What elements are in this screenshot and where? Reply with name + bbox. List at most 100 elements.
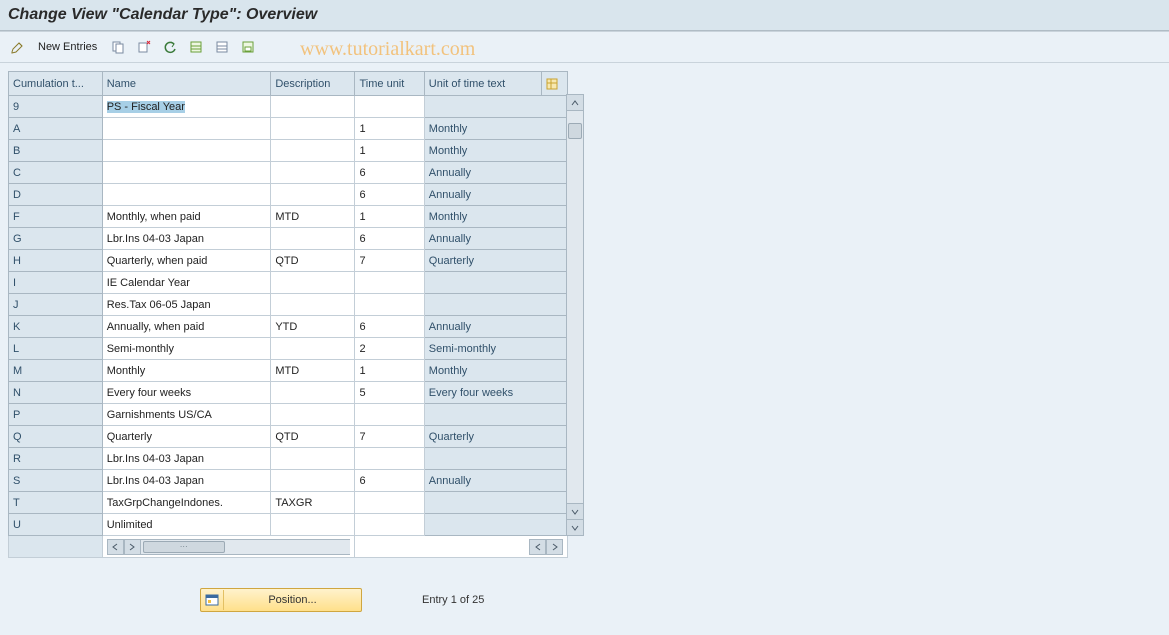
table-row[interactable]: IIE Calendar Year: [9, 272, 568, 294]
table-row[interactable]: B1Monthly: [9, 140, 568, 162]
vscroll-down-arrow-icon[interactable]: [567, 503, 583, 519]
cell-time-unit[interactable]: 2: [355, 338, 424, 360]
table-row[interactable]: C6Annually: [9, 162, 568, 184]
cell-description[interactable]: QTD: [271, 426, 355, 448]
cell-name[interactable]: Monthly: [102, 360, 271, 382]
table-row[interactable]: JRes.Tax 06-05 Japan: [9, 294, 568, 316]
table-row[interactable]: A1Monthly: [9, 118, 568, 140]
cell-time-unit[interactable]: 6: [355, 470, 424, 492]
cell-name[interactable]: Annually, when paid: [102, 316, 271, 338]
col-header-unit-of-time-text[interactable]: Unit of time text: [424, 72, 541, 96]
cell-description[interactable]: [271, 470, 355, 492]
cell-description[interactable]: [271, 404, 355, 426]
col-header-time-unit[interactable]: Time unit: [355, 72, 424, 96]
cell-name[interactable]: [102, 140, 271, 162]
col-header-cumulation[interactable]: Cumulation t...: [9, 72, 103, 96]
cell-name[interactable]: [102, 184, 271, 206]
cell-time-unit[interactable]: 5: [355, 382, 424, 404]
undo-button[interactable]: [159, 37, 181, 57]
cell-description[interactable]: [271, 118, 355, 140]
hscroll2-left-arrow-icon[interactable]: [529, 539, 546, 555]
cell-time-unit[interactable]: [355, 272, 424, 294]
cell-time-unit[interactable]: 6: [355, 184, 424, 206]
table-row[interactable]: NEvery four weeks5Every four weeks: [9, 382, 568, 404]
cell-cumulation[interactable]: C: [9, 162, 103, 184]
cell-description[interactable]: [271, 184, 355, 206]
cell-cumulation[interactable]: J: [9, 294, 103, 316]
cell-description[interactable]: TAXGR: [271, 492, 355, 514]
table-row[interactable]: FMonthly, when paidMTD1Monthly: [9, 206, 568, 228]
cell-time-unit[interactable]: [355, 448, 424, 470]
select-all-button[interactable]: [185, 37, 207, 57]
cell-name[interactable]: [102, 118, 271, 140]
cell-cumulation[interactable]: Q: [9, 426, 103, 448]
cell-description[interactable]: [271, 294, 355, 316]
cell-name[interactable]: Monthly, when paid: [102, 206, 271, 228]
table-row[interactable]: UUnlimited: [9, 514, 568, 536]
cell-cumulation[interactable]: H: [9, 250, 103, 272]
cell-cumulation[interactable]: U: [9, 514, 103, 536]
cell-time-unit[interactable]: 7: [355, 250, 424, 272]
cell-time-unit[interactable]: [355, 96, 424, 118]
cell-name[interactable]: Lbr.Ins 04-03 Japan: [102, 470, 271, 492]
cell-description[interactable]: MTD: [271, 206, 355, 228]
table-row[interactable]: RLbr.Ins 04-03 Japan: [9, 448, 568, 470]
cell-cumulation[interactable]: T: [9, 492, 103, 514]
cell-description[interactable]: [271, 382, 355, 404]
hscroll2-right-arrow-icon[interactable]: [546, 539, 563, 555]
cell-cumulation[interactable]: N: [9, 382, 103, 404]
cell-name[interactable]: Garnishments US/CA: [102, 404, 271, 426]
table-row[interactable]: GLbr.Ins 04-03 Japan6Annually: [9, 228, 568, 250]
cell-name[interactable]: PS - Fiscal Year: [102, 96, 271, 118]
cell-time-unit[interactable]: 7: [355, 426, 424, 448]
cell-cumulation[interactable]: G: [9, 228, 103, 250]
cell-description[interactable]: [271, 338, 355, 360]
cell-name[interactable]: Semi-monthly: [102, 338, 271, 360]
cell-name[interactable]: Res.Tax 06-05 Japan: [102, 294, 271, 316]
cell-cumulation[interactable]: L: [9, 338, 103, 360]
print-button[interactable]: [237, 37, 259, 57]
cell-description[interactable]: YTD: [271, 316, 355, 338]
new-entries-button[interactable]: New Entries: [32, 39, 103, 55]
cell-cumulation[interactable]: I: [9, 272, 103, 294]
cell-cumulation[interactable]: D: [9, 184, 103, 206]
vscroll-up-arrow-icon[interactable]: [567, 95, 583, 111]
cell-cumulation[interactable]: M: [9, 360, 103, 382]
toggle-change-mode-button[interactable]: [6, 37, 28, 57]
table-row[interactable]: HQuarterly, when paidQTD7Quarterly: [9, 250, 568, 272]
cell-time-unit[interactable]: 6: [355, 316, 424, 338]
deselect-all-button[interactable]: [211, 37, 233, 57]
cell-description[interactable]: MTD: [271, 360, 355, 382]
table-row[interactable]: QQuarterlyQTD7Quarterly: [9, 426, 568, 448]
cell-time-unit[interactable]: 6: [355, 162, 424, 184]
table-row[interactable]: TTaxGrpChangeIndones.TAXGR: [9, 492, 568, 514]
cell-time-unit[interactable]: 1: [355, 118, 424, 140]
cell-name[interactable]: Quarterly, when paid: [102, 250, 271, 272]
cell-description[interactable]: [271, 448, 355, 470]
vertical-scrollbar[interactable]: [566, 94, 584, 536]
table-row[interactable]: SLbr.Ins 04-03 Japan6Annually: [9, 470, 568, 492]
cell-time-unit[interactable]: [355, 404, 424, 426]
cell-cumulation[interactable]: F: [9, 206, 103, 228]
cell-cumulation[interactable]: R: [9, 448, 103, 470]
cell-time-unit[interactable]: 1: [355, 140, 424, 162]
cell-name[interactable]: IE Calendar Year: [102, 272, 271, 294]
cell-time-unit[interactable]: 1: [355, 206, 424, 228]
vscroll-down-arrow-icon-2[interactable]: [567, 519, 583, 535]
col-header-description[interactable]: Description: [271, 72, 355, 96]
table-row[interactable]: 9PS - Fiscal Year: [9, 96, 568, 118]
hscroll-thumb[interactable]: ···: [143, 541, 225, 553]
cell-cumulation[interactable]: S: [9, 470, 103, 492]
cell-name[interactable]: [102, 162, 271, 184]
col-header-name[interactable]: Name: [102, 72, 271, 96]
table-settings-button[interactable]: [542, 72, 568, 96]
cell-time-unit[interactable]: [355, 294, 424, 316]
cell-time-unit[interactable]: [355, 492, 424, 514]
table-row[interactable]: KAnnually, when paidYTD6Annually: [9, 316, 568, 338]
cell-name[interactable]: Lbr.Ins 04-03 Japan: [102, 228, 271, 250]
cell-name[interactable]: TaxGrpChangeIndones.: [102, 492, 271, 514]
cell-description[interactable]: QTD: [271, 250, 355, 272]
cell-description[interactable]: [271, 140, 355, 162]
cell-description[interactable]: [271, 272, 355, 294]
cell-description[interactable]: [271, 228, 355, 250]
